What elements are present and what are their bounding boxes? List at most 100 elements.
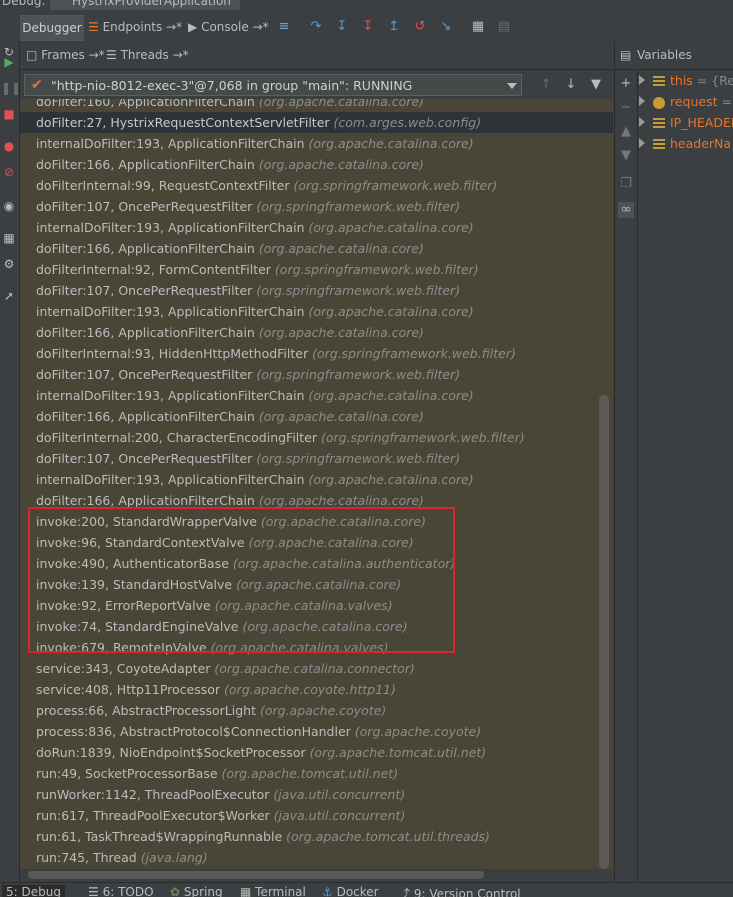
drop-frame-icon[interactable]: ↺ xyxy=(412,19,428,35)
frame-row[interactable]: service:408, Http11Processor (org.apache… xyxy=(20,679,613,700)
pin-icon[interactable]: ➚ xyxy=(1,288,17,304)
tab-todo[interactable]: ☰ 6: TODO xyxy=(88,885,154,897)
frames-vertical-scrollbar[interactable] xyxy=(599,395,609,869)
show-watches-icon[interactable]: ∞ xyxy=(618,202,634,218)
frame-row[interactable]: run:745, Thread (java.lang) xyxy=(20,847,613,868)
frame-package: (org.springframework.web.filter) xyxy=(321,430,525,445)
expand-arrow-icon[interactable] xyxy=(639,75,645,85)
frame-row[interactable]: doRun:1839, NioEndpoint$SocketProcessor … xyxy=(20,742,613,763)
frame-row[interactable]: doFilterInternal:99, RequestContextFilte… xyxy=(20,175,613,196)
thread-dropdown[interactable]: ✔ "http-nio-8012-exec-3"@7,068 in group … xyxy=(24,74,522,96)
view-breakpoints-icon[interactable]: ● xyxy=(1,138,17,154)
frame-package: (org.springframework.web.filter) xyxy=(256,451,461,466)
frame-method: doFilter:107, OncePerRequestFilter xyxy=(36,283,253,298)
frame-row[interactable]: doFilter:107, OncePerRequestFilter (org.… xyxy=(20,448,613,469)
frame-package: (org.apache.catalina.core) xyxy=(258,493,424,508)
stop-icon[interactable]: ■ xyxy=(1,106,17,122)
tab-terminal[interactable]: ▦ Terminal xyxy=(240,885,306,897)
resume-icon[interactable]: ▶ xyxy=(1,54,17,70)
tab-spring[interactable]: ✿ Spring xyxy=(170,885,223,897)
variable-name: headerNa xyxy=(670,136,732,151)
frame-package: (org.springframework.web.filter) xyxy=(256,367,461,382)
frame-row[interactable]: doFilter:166, ApplicationFilterChain (or… xyxy=(20,154,613,175)
frames-list[interactable]: doFilter:160, ApplicationFilterChain (or… xyxy=(20,99,613,869)
remove-watch-icon[interactable]: − xyxy=(618,100,634,116)
tab-frames[interactable]: □ Frames →* xyxy=(26,48,105,62)
copy-icon[interactable]: ❐ xyxy=(618,176,634,192)
frames-horizontal-scrollbar[interactable] xyxy=(28,871,484,879)
mute-breakpoints-icon[interactable]: ⊘ xyxy=(1,164,17,180)
frame-package: (org.apache.catalina.core) xyxy=(308,472,474,487)
tab-debugger[interactable]: Debugger xyxy=(20,15,84,41)
tab-docker[interactable]: ⚓ Docker xyxy=(322,885,379,897)
debug-action-strip: ↻ ▶ ❚❚ ■ ● ⊘ ◉ ▦ ⚙ ➚ xyxy=(0,42,21,882)
force-step-into-icon[interactable]: ↧ xyxy=(360,19,376,35)
show-execution-point-icon[interactable]: ≡ xyxy=(276,19,292,35)
frame-row[interactable]: internalDoFilter:193, ApplicationFilterC… xyxy=(20,469,613,490)
frame-row[interactable]: service:343, CoyoteAdapter (org.apache.c… xyxy=(20,658,613,679)
frame-row[interactable]: doFilter:166, ApplicationFilterChain (or… xyxy=(20,322,613,343)
variable-row[interactable]: request = xyxy=(639,91,732,112)
settings-gear-icon[interactable]: ⚙ xyxy=(1,256,17,272)
camera-icon[interactable]: ◉ xyxy=(1,198,17,214)
new-watch-icon[interactable]: + xyxy=(618,76,634,92)
frame-row[interactable]: run:61, TaskThread$WrappingRunnable (org… xyxy=(20,826,613,847)
frame-row[interactable]: internalDoFilter:193, ApplicationFilterC… xyxy=(20,217,613,238)
trace-icon[interactable]: ▤ xyxy=(496,19,512,35)
expand-arrow-icon[interactable] xyxy=(639,96,645,106)
move-down-icon[interactable]: ▼ xyxy=(618,148,634,164)
frame-row[interactable]: doFilterInternal:92, FormContentFilter (… xyxy=(20,259,613,280)
frame-package: (org.apache.catalina.core) xyxy=(308,136,474,151)
next-frame-icon[interactable]: ↓ xyxy=(563,77,579,93)
frame-method: doFilter:166, ApplicationFilterChain xyxy=(36,241,255,256)
evaluate-expression-icon[interactable]: ▦ xyxy=(470,19,486,35)
tab-version-control[interactable]: ⤴ 9: Version Control xyxy=(398,885,521,897)
step-out-icon[interactable]: ↥ xyxy=(386,19,402,35)
frame-row[interactable]: doFilter:107, OncePerRequestFilter (org.… xyxy=(20,364,613,385)
thread-selector-row: ✔ "http-nio-8012-exec-3"@7,068 in group … xyxy=(20,70,613,100)
frame-method: internalDoFilter:193, ApplicationFilterC… xyxy=(36,388,305,403)
pause-icon[interactable]: ❚❚ xyxy=(1,80,21,96)
frame-row[interactable]: process:66, AbstractProcessorLight (org.… xyxy=(20,700,613,721)
frame-row[interactable]: doFilter:166, ApplicationFilterChain (or… xyxy=(20,406,613,427)
frame-method: doRun:1839, NioEndpoint$SocketProcessor xyxy=(36,745,306,760)
step-into-icon[interactable]: ↧ xyxy=(334,19,350,35)
variable-value: = xyxy=(717,94,732,109)
app-run-tab-label: HystrixProviderApplication xyxy=(72,0,231,8)
frame-row[interactable]: internalDoFilter:193, ApplicationFilterC… xyxy=(20,385,613,406)
frame-method: runWorker:1142, ThreadPoolExecutor xyxy=(36,787,270,802)
layout-icon[interactable]: ▦ xyxy=(1,230,17,246)
frame-row[interactable]: doFilter:160, ApplicationFilterChain (or… xyxy=(20,99,613,112)
frame-row[interactable]: doFilter:107, OncePerRequestFilter (org.… xyxy=(20,196,613,217)
frame-row[interactable]: process:836, AbstractProtocol$Connection… xyxy=(20,721,613,742)
frame-method: process:66, AbstractProcessorLight xyxy=(36,703,256,718)
filter-icon[interactable]: ▼ xyxy=(588,77,604,93)
frame-row[interactable]: doFilter:27, HystrixRequestContextServle… xyxy=(20,112,613,133)
move-up-icon[interactable]: ▲ xyxy=(618,124,634,140)
tab-debug[interactable]: 5: Debug xyxy=(2,885,65,897)
frame-row[interactable]: run:617, ThreadPoolExecutor$Worker (java… xyxy=(20,805,613,826)
frame-package: (org.apache.tomcat.util.threads) xyxy=(286,829,490,844)
frame-row[interactable]: doFilter:107, OncePerRequestFilter (org.… xyxy=(20,280,613,301)
tab-console[interactable]: ▶ Console →* xyxy=(188,15,269,39)
frame-row[interactable]: doFilterInternal:200, CharacterEncodingF… xyxy=(20,427,613,448)
frame-row[interactable]: runWorker:1142, ThreadPoolExecutor (java… xyxy=(20,784,613,805)
step-over-icon[interactable]: ↷ xyxy=(308,19,324,35)
run-to-cursor-icon[interactable]: ↘ xyxy=(438,19,454,35)
frame-row[interactable]: run:49, SocketProcessorBase (org.apache.… xyxy=(20,763,613,784)
variable-row[interactable]: this = {Re xyxy=(639,70,733,91)
frame-row[interactable]: internalDoFilter:193, ApplicationFilterC… xyxy=(20,133,613,154)
expand-arrow-icon[interactable] xyxy=(639,117,645,127)
variable-row[interactable]: headerNa xyxy=(639,133,731,154)
frame-row[interactable]: internalDoFilter:193, ApplicationFilterC… xyxy=(20,301,613,322)
tab-threads[interactable]: ☰ Threads →* xyxy=(106,48,189,62)
expand-arrow-icon[interactable] xyxy=(639,138,645,148)
frame-method: doFilter:27, HystrixRequestContextServle… xyxy=(36,115,330,130)
previous-frame-icon[interactable]: ↑ xyxy=(538,77,554,93)
frame-method: internalDoFilter:193, ApplicationFilterC… xyxy=(36,304,305,319)
frame-row[interactable]: doFilter:166, ApplicationFilterChain (or… xyxy=(20,238,613,259)
tab-endpoints[interactable]: ☰ Endpoints →* xyxy=(88,15,182,39)
variable-row[interactable]: IP_HEADER xyxy=(639,112,733,133)
app-run-tab[interactable]: HystrixProviderApplication xyxy=(50,0,240,10)
frame-row[interactable]: doFilterInternal:93, HiddenHttpMethodFil… xyxy=(20,343,613,364)
